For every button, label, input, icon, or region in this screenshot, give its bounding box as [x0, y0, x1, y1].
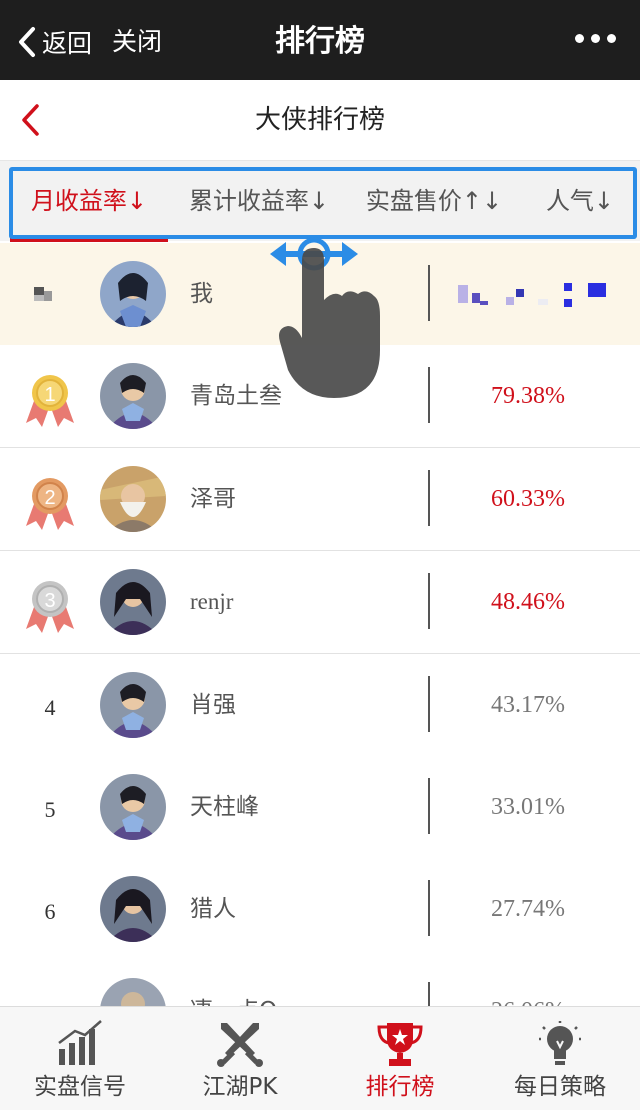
player-name: 泽哥 [190, 486, 236, 512]
avatar [100, 672, 166, 738]
tab-monthly-return[interactable]: 月收益率↓ [10, 161, 168, 241]
tab-label: 每日策略 [514, 1074, 606, 1100]
my-rank-row[interactable]: 我 [0, 243, 640, 346]
sub-header: 大侠排行榜 [0, 80, 640, 161]
ranking-row[interactable]: 3 renjr 48.46% [0, 551, 640, 654]
sort-tabs: 月收益率↓ 累计收益率↓ 实盘售价↑↓ 人气↓ [0, 161, 640, 241]
bar-chart-icon [58, 1020, 102, 1065]
tab-label: 实盘信号 [34, 1074, 126, 1100]
ranking-row[interactable]: 5 天柱峰 33.01% [0, 756, 640, 859]
avatar [100, 569, 166, 635]
tab-popularity[interactable]: 人气↓ [530, 161, 630, 241]
my-name: 我 [190, 281, 213, 307]
rank-number: 5 [44, 797, 56, 822]
tab-jianghu-pk[interactable]: 江湖PK [160, 1007, 320, 1110]
back-arrow-icon[interactable] [18, 102, 44, 138]
monthly-return: 48.46% [491, 589, 565, 615]
tab-cumulative-return[interactable]: 累计收益率↓ [178, 161, 340, 241]
lightbulb-icon [539, 1021, 581, 1065]
player-name: 猎人 [190, 896, 236, 922]
top-nav-bar: 返回 关闭 排行榜 [0, 0, 640, 80]
player-name: 青岛土叁 [190, 383, 282, 409]
more-options-icon[interactable] [575, 34, 616, 43]
avatar [100, 261, 166, 327]
tab-daily-strategy[interactable]: 每日策略 [480, 1007, 640, 1110]
column-divider [428, 573, 430, 629]
ranking-row[interactable]: 4 肖强 43.17% [0, 654, 640, 757]
active-tab-indicator [10, 238, 168, 242]
rank-number: 4 [44, 695, 56, 720]
monthly-return: 33.01% [491, 794, 565, 820]
column-divider [428, 470, 430, 526]
tab-leaderboard[interactable]: 排行榜 [320, 1007, 480, 1110]
monthly-return: 27.74% [491, 896, 565, 922]
avatar [100, 774, 166, 840]
svg-text:1: 1 [44, 384, 55, 406]
leaderboard-title: 大侠排行榜 [254, 105, 385, 135]
close-button[interactable]: 关闭 [112, 22, 162, 62]
avatar [100, 466, 166, 532]
monthly-return: 43.17% [491, 692, 565, 718]
tab-live-signal[interactable]: 实盘信号 [0, 1007, 160, 1110]
rank-number: 6 [44, 899, 56, 924]
column-divider [428, 367, 430, 423]
silver-medal-icon: 3 [22, 577, 78, 633]
chevron-left-icon [19, 27, 35, 57]
column-divider [428, 676, 430, 732]
column-divider [428, 265, 430, 321]
avatar [100, 363, 166, 429]
page-title: 排行榜 [275, 24, 365, 59]
avatar [100, 876, 166, 942]
trophy-icon [377, 1023, 423, 1066]
column-divider [428, 880, 430, 936]
player-name: renjr [190, 589, 234, 614]
ranking-row[interactable]: 1 青岛土叁 79.38% [0, 345, 640, 448]
column-divider [428, 778, 430, 834]
gold-medal-icon: 1 [22, 371, 78, 427]
tab-label: 排行榜 [365, 1074, 435, 1100]
ranking-row[interactable]: 6 猎人 27.74% [0, 858, 640, 961]
back-label: 返回 [42, 29, 93, 58]
my-rank-redacted [22, 269, 78, 325]
ranking-row[interactable]: 2 泽哥 60.33% [0, 448, 640, 551]
monthly-return: 79.38% [491, 383, 565, 409]
player-name: 天柱峰 [190, 794, 259, 820]
crossed-swords-icon [217, 1023, 263, 1067]
monthly-return: 60.33% [491, 486, 565, 512]
tab-live-price[interactable]: 实盘售价↑↓ [358, 161, 510, 241]
bronze-medal-icon: 2 [22, 474, 78, 530]
player-name: 肖强 [190, 692, 236, 718]
tab-label: 江湖PK [202, 1074, 278, 1100]
svg-text:2: 2 [44, 487, 55, 509]
back-button[interactable]: 返回 [16, 22, 92, 62]
my-value-redacted [440, 243, 616, 345]
bottom-tab-bar: 实盘信号 江湖PK 排行榜 每日策略 [0, 1006, 640, 1110]
svg-text:3: 3 [44, 590, 55, 612]
